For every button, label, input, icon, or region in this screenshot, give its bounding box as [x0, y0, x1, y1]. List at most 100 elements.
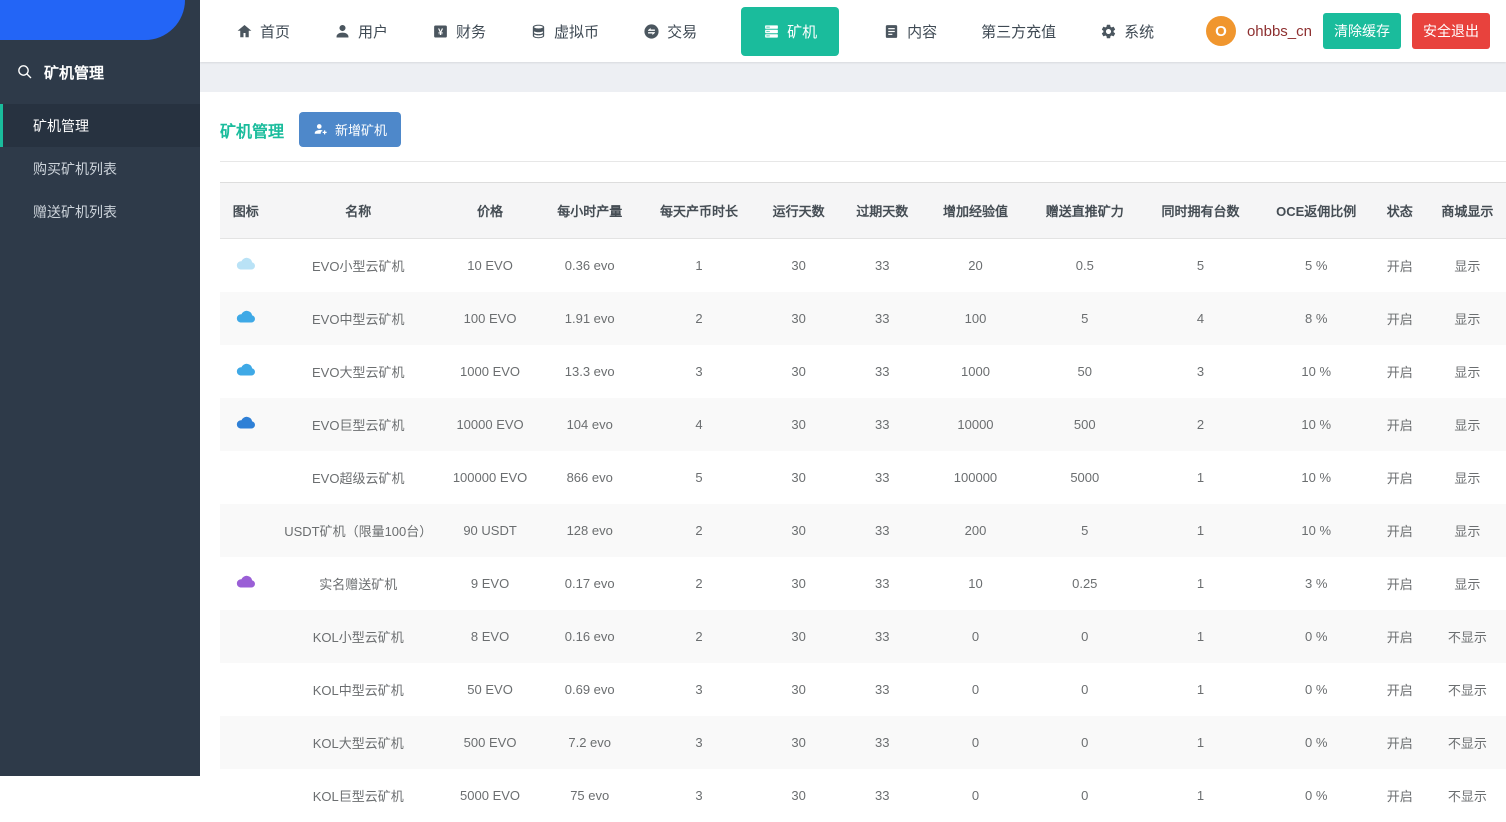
- cell-price: 9 EVO: [445, 557, 535, 610]
- cell-mall_display: 显示: [1429, 239, 1506, 293]
- cell-price: 10000 EVO: [445, 398, 535, 451]
- table-row: KOL中型云矿机50 EVO0.69 evo330330010 %开启不显示: [220, 663, 1506, 716]
- cell-exp_gain: 20: [921, 239, 1030, 293]
- nav-third-party-recharge[interactable]: 第三方充值: [981, 21, 1056, 42]
- cell-run_days: 30: [754, 716, 844, 769]
- machine-table: 图标名称价格每小时产量每天产币时长运行天数过期天数增加经验值赠送直推矿力同时拥有…: [220, 182, 1506, 822]
- cell-price: 50 EVO: [445, 663, 535, 716]
- cell-gift_power: 500: [1030, 398, 1139, 451]
- sidebar-item-machine-manage[interactable]: 矿机管理: [0, 104, 200, 147]
- nav-system[interactable]: 系统: [1100, 21, 1154, 42]
- cell-hourly_output: 0.69 evo: [535, 663, 644, 716]
- cell-gift_power: 50: [1030, 345, 1139, 398]
- nav-home[interactable]: 首页: [236, 21, 290, 42]
- machine-cloud-icon: [234, 310, 258, 324]
- cell-status: 开启: [1371, 292, 1429, 345]
- cell-mall_display: 显示: [1429, 451, 1506, 504]
- sidebar-item-gift-machine-list[interactable]: 赠送矿机列表: [0, 190, 200, 233]
- table-header-row: 图标名称价格每小时产量每天产币时长运行天数过期天数增加经验值赠送直推矿力同时拥有…: [220, 183, 1506, 239]
- table-row: EVO巨型云矿机10000 EVO104 evo4303310000500210…: [220, 398, 1506, 451]
- cell-max_count: 5: [1139, 239, 1261, 293]
- cell-exp_gain: 0: [921, 663, 1030, 716]
- sidebar-menu: 矿机管理 购买矿机列表 赠送矿机列表: [0, 104, 200, 233]
- cell-max_count: 2: [1139, 398, 1261, 451]
- cell-mall_display: 显示: [1429, 504, 1506, 557]
- cell-name: KOL巨型云矿机: [271, 769, 445, 822]
- cell-oce_rate: 0 %: [1262, 716, 1371, 769]
- machine-cloud-icon: [234, 257, 258, 271]
- cell-run_days: 30: [754, 398, 844, 451]
- server-icon: [763, 23, 780, 40]
- logo: [0, 0, 185, 40]
- column-header: 增加经验值: [921, 183, 1030, 239]
- cell-mall_display: 显示: [1429, 557, 1506, 610]
- cell-icon: [220, 398, 271, 451]
- cell-status: 开启: [1371, 769, 1429, 822]
- table-row: USDT矿机（限量100台）90 USDT128 evo230332005110…: [220, 504, 1506, 557]
- cell-expire_days: 33: [844, 345, 921, 398]
- cell-daily_coin_hours: 3: [644, 663, 753, 716]
- cell-daily_coin_hours: 3: [644, 716, 753, 769]
- cell-max_count: 1: [1139, 663, 1261, 716]
- cell-status: 开启: [1371, 610, 1429, 663]
- cell-expire_days: 33: [844, 239, 921, 293]
- cell-exp_gain: 0: [921, 769, 1030, 822]
- cell-oce_rate: 0 %: [1262, 663, 1371, 716]
- cell-status: 开启: [1371, 504, 1429, 557]
- table-row: EVO大型云矿机1000 EVO13.3 evo33033100050310 %…: [220, 345, 1506, 398]
- cell-daily_coin_hours: 2: [644, 292, 753, 345]
- cell-gift_power: 5: [1030, 504, 1139, 557]
- cell-price: 10 EVO: [445, 239, 535, 293]
- nav-mining-machine[interactable]: 矿机: [741, 7, 839, 56]
- cell-max_count: 3: [1139, 345, 1261, 398]
- nav-users[interactable]: 用户: [334, 21, 388, 42]
- sidebar-item-label: 矿机管理: [33, 116, 89, 136]
- nav-finance[interactable]: ¥ 财务: [432, 21, 486, 42]
- table-row: KOL大型云矿机500 EVO7.2 evo330330010 %开启不显示: [220, 716, 1506, 769]
- avatar[interactable]: O: [1206, 16, 1236, 46]
- cell-hourly_output: 128 evo: [535, 504, 644, 557]
- cell-status: 开启: [1371, 716, 1429, 769]
- cell-expire_days: 33: [844, 716, 921, 769]
- cell-gift_power: 0.25: [1030, 557, 1139, 610]
- svg-text:¥: ¥: [438, 27, 444, 37]
- user-area: O ohbbs_cn 清除缓存 安全退出: [1206, 13, 1506, 49]
- cell-price: 1000 EVO: [445, 345, 535, 398]
- cell-expire_days: 33: [844, 398, 921, 451]
- machine-cloud-icon: [234, 416, 258, 430]
- sidebar-title: 矿机管理: [44, 62, 104, 83]
- cell-max_count: 1: [1139, 504, 1261, 557]
- cell-name: EVO超级云矿机: [271, 451, 445, 504]
- cell-max_count: 1: [1139, 716, 1261, 769]
- sidebar: 矿机管理 矿机管理 购买矿机列表 赠送矿机列表: [0, 0, 200, 776]
- nav-virtual-coin[interactable]: 虚拟币: [530, 21, 599, 42]
- cell-hourly_output: 75 evo: [535, 769, 644, 822]
- cell-oce_rate: 10 %: [1262, 345, 1371, 398]
- add-machine-button[interactable]: 新增矿机: [299, 112, 401, 147]
- breadcrumb-bar: [200, 62, 1506, 92]
- cell-status: 开启: [1371, 451, 1429, 504]
- nav-trade[interactable]: 交易: [643, 21, 697, 42]
- cell-run_days: 30: [754, 239, 844, 293]
- sidebar-item-buy-machine-list[interactable]: 购买矿机列表: [0, 147, 200, 190]
- cell-expire_days: 33: [844, 292, 921, 345]
- column-header: 运行天数: [754, 183, 844, 239]
- logout-button[interactable]: 安全退出: [1412, 13, 1490, 49]
- nav-content[interactable]: 内容: [883, 21, 937, 42]
- cell-oce_rate: 3 %: [1262, 557, 1371, 610]
- cell-gift_power: 5000: [1030, 451, 1139, 504]
- table-row: EVO中型云矿机100 EVO1.91 evo23033100548 %开启显示: [220, 292, 1506, 345]
- cell-icon: [220, 451, 271, 504]
- cell-exp_gain: 1000: [921, 345, 1030, 398]
- cell-price: 90 USDT: [445, 504, 535, 557]
- cell-run_days: 30: [754, 504, 844, 557]
- cell-exp_gain: 100: [921, 292, 1030, 345]
- sidebar-header: 矿机管理: [0, 40, 200, 104]
- cell-daily_coin_hours: 4: [644, 398, 753, 451]
- cell-exp_gain: 100000: [921, 451, 1030, 504]
- cell-gift_power: 5: [1030, 292, 1139, 345]
- content-icon: [883, 23, 900, 40]
- cell-gift_power: 0: [1030, 610, 1139, 663]
- cell-icon: [220, 769, 271, 822]
- clear-cache-button[interactable]: 清除缓存: [1323, 13, 1401, 49]
